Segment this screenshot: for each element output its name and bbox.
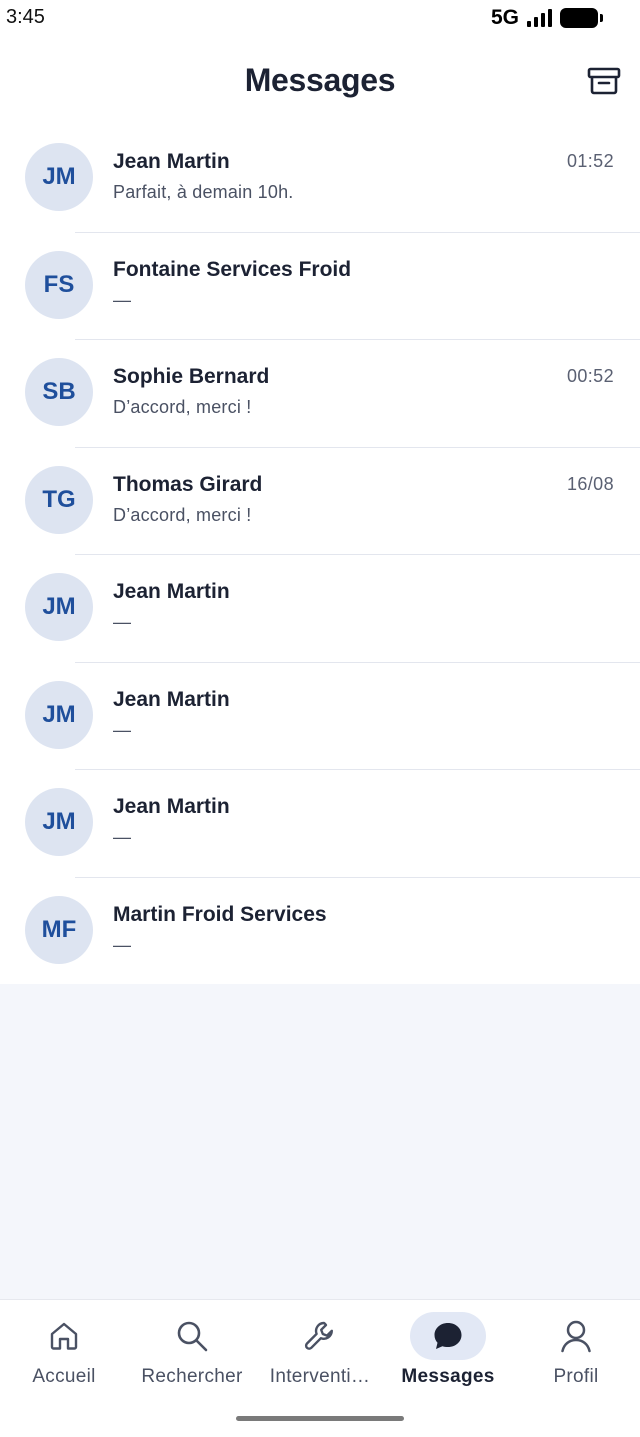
contact-name: Sophie Bernard bbox=[113, 365, 270, 388]
tab-label: Profil bbox=[553, 1366, 599, 1387]
archive-icon bbox=[587, 67, 621, 95]
chat-bubble-icon bbox=[434, 1323, 462, 1349]
message-preview: — bbox=[113, 934, 132, 955]
conversation-row[interactable]: JM Jean Martin — bbox=[0, 661, 640, 769]
message-time: 16/08 bbox=[566, 473, 614, 494]
contact-name: Jean Martin bbox=[113, 580, 230, 603]
tab-interventions[interactable]: Interventi… bbox=[256, 1300, 384, 1400]
message-preview: Parfait, à demain 10h. bbox=[113, 182, 294, 202]
message-preview: — bbox=[113, 719, 132, 740]
message-preview: D’accord, merci ! bbox=[113, 504, 252, 525]
message-preview: D’accord, merci ! bbox=[113, 397, 252, 417]
conversation-row[interactable]: JM Jean Martin — bbox=[0, 554, 640, 662]
conversation-row[interactable]: FS Fontaine Services Froid — bbox=[0, 231, 640, 339]
conversation-list: JM Jean Martin Parfait, à demain 10h. 01… bbox=[0, 124, 640, 984]
conversation-row[interactable]: SB Sophie Bernard D’accord, merci ! 00:5… bbox=[0, 339, 640, 447]
tab-profil[interactable]: Profil bbox=[512, 1300, 640, 1400]
tab-label: Rechercher bbox=[141, 1366, 243, 1387]
avatar: MF bbox=[25, 895, 93, 964]
bottom-tab-bar: Accueil Rechercher Interventi… Messages bbox=[0, 1299, 640, 1437]
tab-messages[interactable]: Messages bbox=[384, 1300, 512, 1400]
avatar: JM bbox=[25, 143, 93, 211]
avatar: JM bbox=[25, 573, 93, 641]
avatar: JM bbox=[25, 680, 93, 749]
contact-name: Thomas Girard bbox=[113, 472, 263, 496]
home-indicator[interactable] bbox=[236, 1416, 404, 1421]
status-indicators: 5G bbox=[490, 6, 603, 30]
tab-label: Messages bbox=[401, 1366, 495, 1387]
message-time: 00:52 bbox=[566, 366, 614, 386]
tab-label: Accueil bbox=[32, 1366, 96, 1387]
contact-name: Jean Martin bbox=[113, 795, 230, 818]
conversation-row[interactable]: JM Jean Martin — bbox=[0, 769, 640, 877]
message-preview: — bbox=[113, 612, 132, 632]
message-preview: — bbox=[113, 827, 132, 847]
tab-rechercher[interactable]: Rechercher bbox=[128, 1300, 256, 1400]
message-time: 01:52 bbox=[566, 151, 614, 171]
avatar: FS bbox=[25, 250, 93, 319]
tab-accueil[interactable]: Accueil bbox=[0, 1300, 128, 1400]
battery-icon bbox=[560, 8, 603, 28]
status-time: 3:45 bbox=[6, 6, 45, 28]
user-icon bbox=[561, 1320, 591, 1353]
status-bar: 3:45 5G bbox=[0, 0, 640, 40]
avatar: SB bbox=[25, 358, 93, 426]
contact-name: Jean Martin bbox=[113, 150, 230, 173]
page-title: Messages bbox=[244, 62, 396, 98]
conversation-row[interactable]: TG Thomas Girard D’accord, merci ! 16/08 bbox=[0, 446, 640, 554]
home-icon bbox=[50, 1322, 78, 1350]
message-preview: — bbox=[113, 289, 132, 310]
network-type: 5G bbox=[490, 6, 519, 29]
conversation-row[interactable]: MF Martin Froid Services — bbox=[0, 876, 640, 984]
wrench-icon bbox=[304, 1321, 333, 1350]
tab-label: Interventi… bbox=[269, 1366, 371, 1387]
contact-name: Fontaine Services Froid bbox=[113, 257, 352, 281]
conversation-row[interactable]: JM Jean Martin Parfait, à demain 10h. 01… bbox=[0, 124, 640, 232]
signal-icon bbox=[527, 9, 552, 27]
archive-button[interactable] bbox=[586, 64, 622, 98]
avatar: JM bbox=[25, 788, 93, 856]
contact-name: Jean Martin bbox=[113, 687, 230, 711]
avatar: TG bbox=[25, 465, 93, 534]
search-icon bbox=[177, 1321, 208, 1352]
active-tab-indicator bbox=[410, 1312, 486, 1360]
header: Messages bbox=[0, 40, 640, 124]
contact-name: Martin Froid Services bbox=[113, 902, 327, 926]
